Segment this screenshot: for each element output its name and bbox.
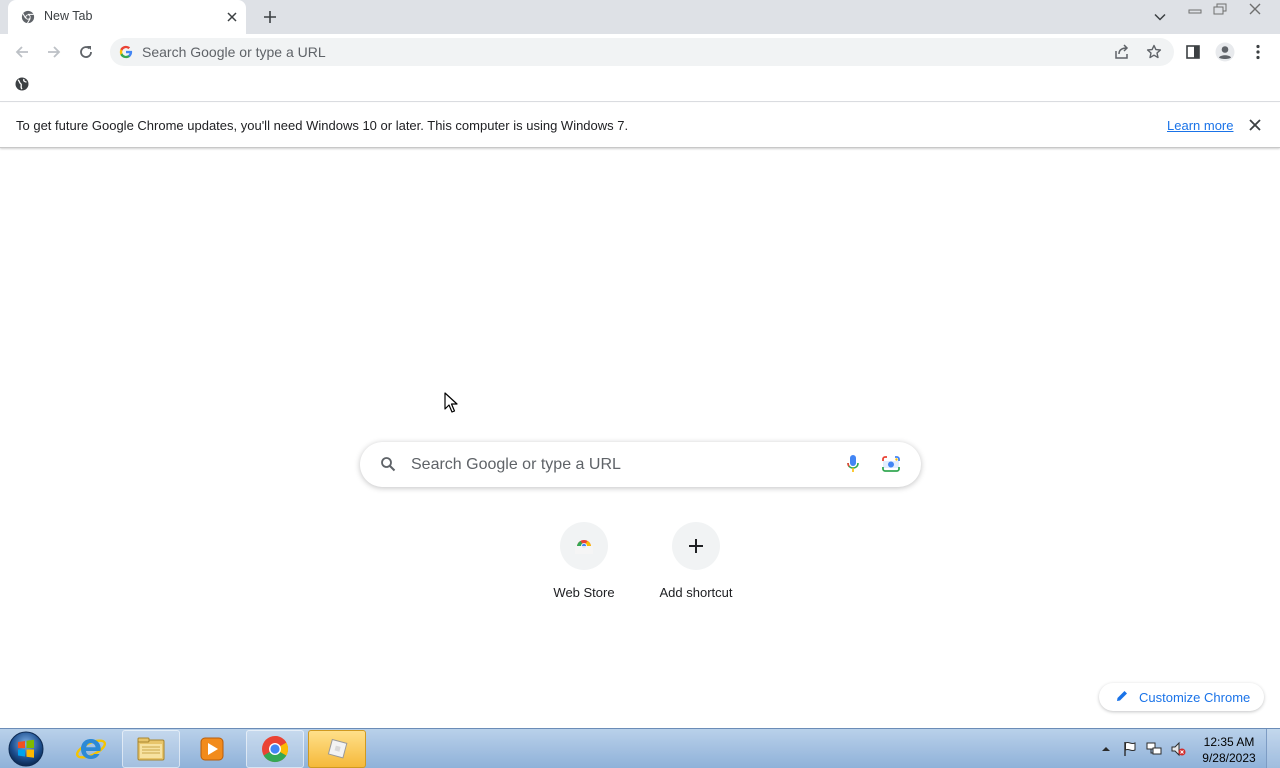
shortcut-web-store[interactable]: Web Store [528, 514, 640, 610]
network-icon[interactable] [1146, 741, 1162, 757]
taskbar-chrome[interactable] [246, 730, 304, 768]
clock-date: 9/28/2023 [1202, 751, 1256, 765]
shortcut-label: Add shortcut [659, 585, 733, 600]
taskbar-roblox[interactable] [308, 730, 366, 768]
side-panel-button[interactable] [1181, 40, 1205, 64]
taskbar-file-explorer[interactable] [122, 730, 180, 768]
bookmarks-bar [0, 70, 1280, 102]
shortcut-tile [672, 522, 720, 570]
star-icon [1146, 44, 1162, 59]
close-icon[interactable] [225, 10, 239, 24]
tab-search-button[interactable] [1150, 8, 1170, 26]
menu-icon [1256, 44, 1260, 60]
profile-button[interactable] [1213, 40, 1237, 64]
close-icon[interactable] [1248, 118, 1262, 132]
plus-icon [264, 11, 276, 23]
shortcut-label: Web Store [553, 585, 615, 600]
taskbar-internet-explorer[interactable] [62, 730, 120, 768]
clock-time: 12:35 AM [1203, 735, 1255, 749]
mouse-cursor-icon [444, 392, 458, 413]
internet-explorer-icon [75, 739, 107, 759]
infobar-message: To get future Google Chrome updates, you… [16, 118, 629, 133]
close-icon [1249, 3, 1261, 15]
new-tab-button[interactable] [259, 6, 281, 28]
tab-strip: New Tab [0, 0, 1280, 34]
profile-icon [1215, 42, 1235, 62]
customize-chrome-button[interactable]: Customize Chrome [1099, 683, 1264, 711]
windows-media-player-icon [200, 737, 224, 761]
shortcut-add[interactable]: Add shortcut [640, 514, 752, 610]
restore-button[interactable] [1208, 0, 1232, 18]
window-close-button[interactable] [1240, 0, 1270, 18]
taskbar-clock[interactable]: 12:35 AM 9/28/2023 [1198, 734, 1260, 766]
chrome-icon [21, 10, 35, 24]
restore-icon [1213, 3, 1227, 15]
show-hidden-icons[interactable] [1098, 741, 1114, 757]
plus-icon [689, 539, 703, 553]
side-panel-icon [1186, 45, 1200, 59]
bookmark-star-button[interactable] [1145, 43, 1163, 61]
forward-button[interactable] [42, 40, 66, 64]
menu-button[interactable] [1246, 40, 1270, 64]
ntp-search-box[interactable] [360, 442, 921, 487]
chevron-down-icon [1154, 13, 1166, 21]
chrome-icon [262, 735, 289, 763]
taskbar-windows-media-player[interactable] [183, 730, 241, 768]
volume-muted-icon[interactable] [1170, 741, 1186, 757]
update-infobar: To get future Google Chrome updates, you… [0, 103, 1280, 148]
minimize-button[interactable] [1183, 0, 1207, 18]
pencil-icon [1117, 691, 1127, 701]
roblox-icon [327, 738, 348, 759]
action-center-flag-icon[interactable] [1122, 741, 1138, 757]
windows-start-icon[interactable] [6, 730, 46, 768]
ntp-search-input[interactable] [411, 442, 831, 487]
shortcut-tile [560, 522, 608, 570]
share-button[interactable] [1113, 43, 1131, 61]
search-icon [381, 457, 396, 472]
back-button[interactable] [10, 40, 34, 64]
tab-title: New Tab [44, 9, 93, 23]
microphone-icon[interactable] [846, 454, 860, 474]
share-icon [1115, 44, 1129, 59]
omnibox[interactable] [110, 38, 1174, 66]
omnibox-input[interactable] [142, 38, 1042, 66]
browser-toolbar [0, 34, 1280, 70]
google-lens-icon[interactable] [881, 455, 901, 473]
chrome-web-store-icon [575, 539, 593, 554]
back-icon [15, 46, 28, 58]
globe-icon[interactable] [14, 76, 30, 92]
windows-taskbar: 12:35 AM 9/28/2023 [0, 728, 1280, 768]
tab-new-tab[interactable]: New Tab [8, 0, 246, 34]
reload-icon [80, 46, 92, 58]
file-explorer-icon [137, 737, 165, 761]
show-desktop-button[interactable] [1266, 729, 1280, 768]
reload-button[interactable] [74, 40, 98, 64]
customize-label: Customize Chrome [1139, 690, 1251, 705]
google-g-icon [119, 45, 133, 59]
forward-icon [48, 46, 61, 58]
minimize-icon [1188, 9, 1202, 14]
learn-more-link[interactable]: Learn more [1167, 118, 1233, 133]
system-tray [1098, 729, 1198, 768]
